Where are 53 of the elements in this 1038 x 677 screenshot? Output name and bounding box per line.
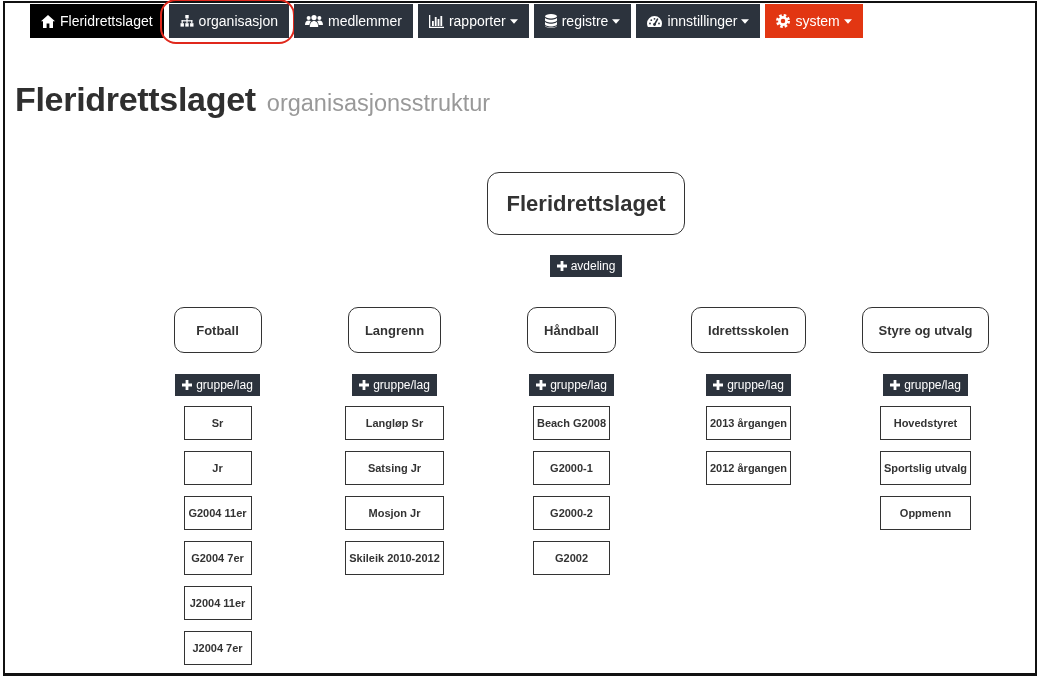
group-node[interactable]: 2012 årgangen <box>705 451 791 485</box>
plus-icon <box>556 261 567 271</box>
settings-icon <box>776 14 791 28</box>
plus-icon <box>536 380 547 390</box>
page-title: Fleridrettslaget <box>15 80 256 119</box>
group-node[interactable]: 2013 årgangen <box>705 406 791 440</box>
add-group-button[interactable]: gruppe/lag <box>529 374 614 396</box>
nav-button[interactable]: rapporter <box>417 4 529 38</box>
add-group-button[interactable]: gruppe/lag <box>352 374 437 396</box>
page-subtitle: organisasjonsstruktur <box>266 90 491 117</box>
group-node[interactable]: G2000-2 <box>532 496 611 530</box>
group-node[interactable]: Satsing Jr <box>345 451 444 485</box>
group-node[interactable]: Langløp Sr <box>345 406 444 440</box>
group-node[interactable]: Hovedstyret <box>879 406 972 440</box>
department-node[interactable]: Idrettsskolen <box>691 307 806 353</box>
group-node[interactable]: Sr <box>183 406 252 440</box>
group-node[interactable]: J2004 7er <box>183 631 252 665</box>
organization-node[interactable]: Fleridrettslaget <box>487 172 685 235</box>
add-department-button[interactable]: avdeling <box>549 255 623 277</box>
group-node[interactable]: Oppmenn <box>879 496 972 530</box>
group-node[interactable]: Beach G2008 <box>532 406 611 440</box>
plus-icon <box>890 380 901 390</box>
nav-button[interactable]: registre <box>533 4 632 38</box>
home-icon <box>41 14 55 28</box>
database-icon <box>544 14 557 28</box>
group-node[interactable]: J2004 11er <box>183 586 252 620</box>
nav-button[interactable]: system <box>765 4 863 38</box>
gauge-icon <box>647 15 663 27</box>
group-node[interactable]: Mosjon Jr <box>345 496 444 530</box>
bar-chart-icon <box>428 14 444 28</box>
users-icon <box>305 15 323 27</box>
group-node[interactable]: Sportslig utvalg <box>879 451 972 485</box>
add-group-button[interactable]: gruppe/lag <box>706 374 791 396</box>
department-node[interactable]: Styre og utvalg <box>861 307 990 353</box>
group-node[interactable]: Jr <box>183 451 252 485</box>
group-node[interactable]: G2000-1 <box>532 451 611 485</box>
nav-button[interactable]: Fleridrettslaget <box>30 4 164 38</box>
group-node[interactable]: G2004 11er <box>183 496 252 530</box>
add-group-button[interactable]: gruppe/lag <box>883 374 968 396</box>
nav-button[interactable]: organisasjon <box>168 4 289 38</box>
group-node[interactable]: G2002 <box>532 541 611 575</box>
department-node[interactable]: Langrenn <box>347 307 442 353</box>
nav-button[interactable]: medlemmer <box>294 4 413 38</box>
group-node[interactable]: Skileik 2010-2012 <box>345 541 444 575</box>
group-node[interactable]: G2004 7er <box>183 541 252 575</box>
add-group-button[interactable]: gruppe/lag <box>175 374 260 396</box>
nav-button[interactable]: innstillinger <box>636 4 761 38</box>
plus-icon <box>359 380 370 390</box>
plus-icon <box>182 380 193 390</box>
hierarchy-icon <box>179 15 194 27</box>
plus-icon <box>713 380 724 390</box>
department-node[interactable]: Fotball <box>173 307 262 353</box>
department-node[interactable]: Håndball <box>527 307 616 353</box>
